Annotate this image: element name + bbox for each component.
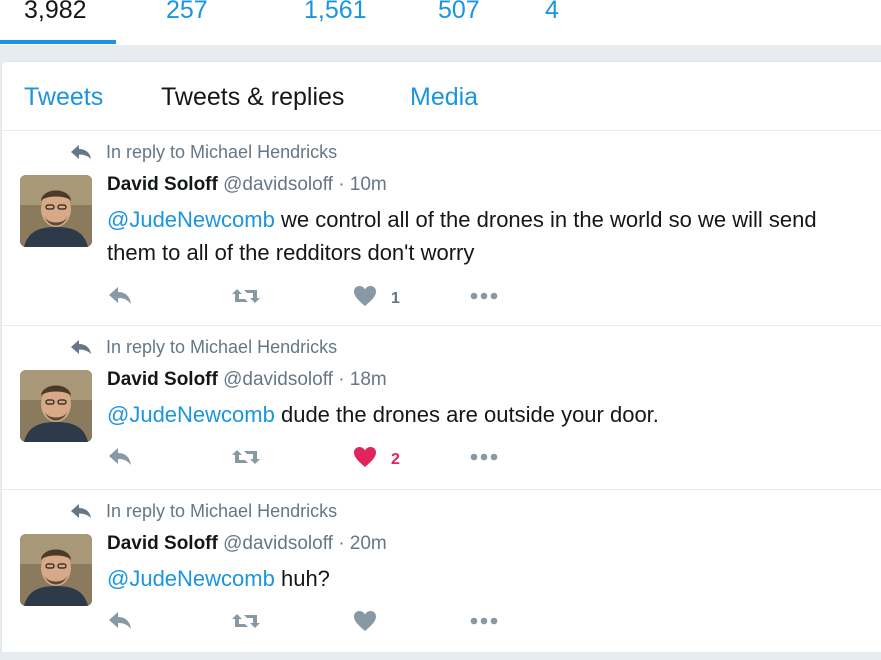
reply-icon <box>109 448 131 465</box>
reply-context-icon <box>71 145 91 159</box>
retweet-icon <box>232 614 260 628</box>
heart-icon-filled <box>354 447 376 467</box>
like-button[interactable] <box>353 610 413 638</box>
avatar[interactable] <box>20 534 92 606</box>
tweet-header: David Soloff @davidsoloff · 20m <box>107 532 387 556</box>
profile-stats-bar: 3,982 257 1,561 507 4 <box>0 0 881 46</box>
reply-button[interactable] <box>107 446 133 474</box>
stat-lists-count[interactable]: 4 <box>545 0 559 26</box>
avatar-image <box>20 175 92 247</box>
author-fullname[interactable]: David Soloff <box>107 369 218 390</box>
avatar-image <box>20 370 92 442</box>
author-screenname[interactable]: @davidsoloff <box>223 174 333 195</box>
separator-dot: · <box>338 369 345 390</box>
tab-tweets[interactable]: Tweets <box>24 82 103 112</box>
tweet-text: @JudeNewcomb dude the drones are outside… <box>107 398 867 431</box>
reply-context-icon <box>71 340 91 354</box>
tweet-actions <box>107 610 527 638</box>
more-icon <box>470 292 498 300</box>
mention-link[interactable]: @JudeNewcomb <box>107 207 275 232</box>
timeline-tabs: Tweets Tweets & replies Media <box>2 62 881 131</box>
like-count: 1 <box>391 290 400 307</box>
reply-icon <box>109 287 131 304</box>
tab-media[interactable]: Media <box>410 82 478 112</box>
more-button[interactable] <box>469 610 499 638</box>
mention-link[interactable]: @JudeNewcomb <box>107 402 275 427</box>
more-icon <box>470 617 498 625</box>
more-button[interactable] <box>469 285 499 313</box>
active-stat-indicator <box>0 40 116 44</box>
tweet-item[interactable]: In reply to Michael Hendricks David Solo… <box>2 131 881 326</box>
avatar[interactable] <box>20 175 92 247</box>
separator-dot: · <box>338 174 345 195</box>
stat-followers-count[interactable]: 1,561 <box>304 0 367 26</box>
tweet-header: David Soloff @davidsoloff · 10m <box>107 173 387 197</box>
timeline-panel: Tweets Tweets & replies Media In reply t… <box>1 61 881 652</box>
author-screenname[interactable]: @davidsoloff <box>223 369 333 390</box>
tab-tweets-and-replies[interactable]: Tweets & replies <box>161 82 344 112</box>
tweet-timestamp[interactable]: 20m <box>350 533 387 554</box>
stat-likes-count[interactable]: 507 <box>438 0 480 26</box>
tweet-text-content: dude the drones are outside your door. <box>274 402 659 427</box>
reply-context-text: In reply to Michael Hendricks <box>106 501 338 521</box>
avatar-image <box>20 534 92 606</box>
heart-icon <box>354 286 376 306</box>
tweet-actions: 2 <box>107 446 527 474</box>
tweet-item[interactable]: In reply to Michael Hendricks David Solo… <box>2 490 881 660</box>
retweet-button[interactable] <box>231 446 261 474</box>
tweet-actions: 1 <box>107 285 527 313</box>
reply-context-icon <box>71 504 91 518</box>
tweet-text: @JudeNewcomb huh? <box>107 562 867 595</box>
reply-icon <box>109 612 131 629</box>
mention-link[interactable]: @JudeNewcomb <box>107 566 275 591</box>
retweet-button[interactable] <box>231 610 261 638</box>
reply-button[interactable] <box>107 285 133 313</box>
more-button[interactable] <box>469 446 499 474</box>
tweet-timestamp[interactable]: 18m <box>350 369 387 390</box>
reply-context-text: In reply to Michael Hendricks <box>106 142 338 162</box>
reply-context-text: In reply to Michael Hendricks <box>106 337 338 357</box>
retweet-button[interactable] <box>231 285 261 313</box>
stat-tweets-count[interactable]: 3,982 <box>24 0 87 26</box>
stat-following-count[interactable]: 257 <box>166 0 208 26</box>
like-count: 2 <box>391 451 400 468</box>
like-button[interactable]: 2 <box>353 446 413 474</box>
tweet-item[interactable]: In reply to Michael Hendricks David Solo… <box>2 326 881 490</box>
tweet-text-content: huh? <box>274 566 330 591</box>
more-icon <box>470 453 498 461</box>
retweet-icon <box>232 450 260 464</box>
like-button[interactable]: 1 <box>353 285 413 313</box>
tweet-text: @JudeNewcomb we control all of the drone… <box>107 203 867 269</box>
avatar[interactable] <box>20 370 92 442</box>
retweet-icon <box>232 289 260 303</box>
tweet-timestamp[interactable]: 10m <box>350 174 387 195</box>
author-fullname[interactable]: David Soloff <box>107 533 218 554</box>
separator-dot: · <box>338 533 345 554</box>
tweet-header: David Soloff @davidsoloff · 18m <box>107 368 387 392</box>
author-fullname[interactable]: David Soloff <box>107 174 218 195</box>
reply-button[interactable] <box>107 610 133 638</box>
heart-icon <box>354 611 376 631</box>
author-screenname[interactable]: @davidsoloff <box>223 533 333 554</box>
